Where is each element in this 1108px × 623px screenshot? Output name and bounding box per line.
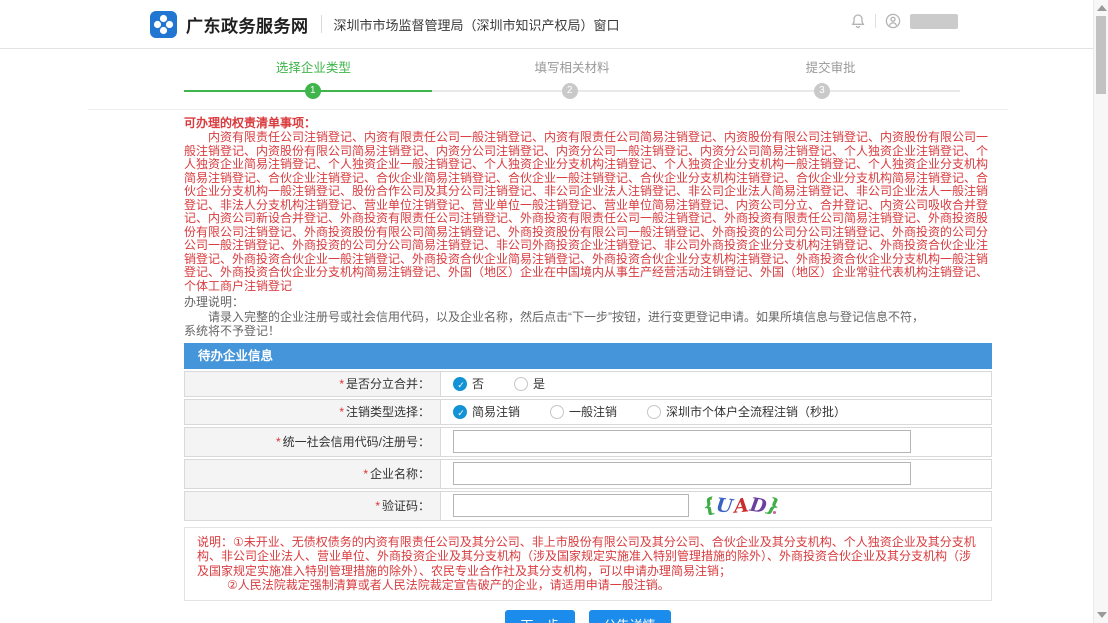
radio-unchecked-icon[interactable]	[550, 405, 564, 419]
footnote-line2: ②人民法院裁定强制清算或者人民法院裁定宣告破产的企业，请适用申请一般注销。	[197, 578, 979, 593]
required-asterisk: *	[339, 377, 344, 391]
section-header-pending-company-info: 待办企业信息	[184, 343, 992, 369]
form-row-split-merge: * 是否分立合并： 否 是	[184, 371, 992, 397]
step-dot-2: 2	[562, 83, 578, 99]
step-label-fill-materials: 填写相关材料	[443, 57, 702, 74]
radio-unchecked-icon[interactable]	[647, 405, 661, 419]
split-merge-label: * 是否分立合并：	[185, 372, 441, 396]
credit-code-input[interactable]	[453, 430, 911, 453]
header-right-divider	[875, 14, 876, 28]
site-title: 广东政务服务网	[186, 12, 309, 37]
top-header: 广东政务服务网 深圳市市场监督管理局（深圳市知识产权局）窗口	[0, 0, 1108, 49]
step-label-choose-type: 选择企业类型	[184, 57, 443, 74]
notice-items-list: 内资有限责任公司注销登记、内资有限责任公司一般注销登记、内资有限责任公司简易注销…	[184, 131, 992, 293]
header-divider	[321, 15, 322, 33]
company-name-input[interactable]	[453, 462, 911, 485]
required-asterisk: *	[339, 405, 344, 419]
eligibility-footnote: 说明：①未开业、无债权债务的内资有限责任公司及其分公司、非上市股份有限公司及其分…	[184, 527, 992, 601]
radio-split-merge-no[interactable]: 否	[453, 375, 484, 392]
step-dot-1: 1	[305, 83, 321, 99]
department-window-title: 深圳市市场监督管理局（深圳市知识产权局）窗口	[334, 15, 620, 34]
instructions-line2: 系统将不予登记！	[184, 324, 992, 339]
gdzwfw-logo-icon	[150, 11, 177, 38]
required-asterisk: *	[276, 435, 281, 449]
next-step-button[interactable]: 下一步	[505, 610, 574, 623]
instructions-title: 办理说明：	[184, 295, 992, 310]
captcha-input[interactable]	[453, 494, 689, 517]
form-row-company-name: * 企业名称：	[184, 459, 992, 489]
announcement-details-button[interactable]: 公告详情	[589, 610, 671, 623]
radio-split-merge-yes[interactable]: 是	[514, 375, 545, 392]
radio-checked-icon[interactable]	[453, 377, 467, 391]
radio-checked-icon[interactable]	[453, 405, 467, 419]
scrollbar-up-arrow-icon[interactable]	[1097, 5, 1107, 11]
form-row-credit-code: * 统一社会信用代码/注册号：	[184, 427, 992, 457]
step-label-submit-approval: 提交审批	[701, 57, 960, 74]
required-asterisk: *	[363, 467, 368, 481]
captcha-image[interactable]: { U A D }	[703, 493, 780, 519]
required-asterisk: *	[375, 499, 380, 513]
step-indicator: 选择企业类型 填写相关材料 提交审批 1 2 3	[88, 49, 1008, 108]
radio-cancel-general[interactable]: 一般注销	[550, 403, 617, 420]
radio-cancel-shenzhen-fullflow[interactable]: 深圳市个体户全流程注销（秒批）	[647, 403, 846, 420]
form-row-captcha: * 验证码： { U A D }	[184, 491, 992, 521]
action-buttons: 下一步 公告详情	[184, 610, 992, 623]
credit-code-label: * 统一社会信用代码/注册号：	[185, 428, 441, 456]
redacted-username[interactable]	[910, 14, 958, 29]
steps-divider	[88, 109, 1008, 110]
handling-instructions: 办理说明： 请录入完整的企业注册号或社会信用代码，以及企业名称，然后点击“下一步…	[184, 295, 992, 339]
company-name-label: * 企业名称：	[185, 460, 441, 488]
footnote-line1: 说明：①未开业、无债权债务的内资有限责任公司及其分公司、非上市股份有限公司及其分…	[197, 535, 979, 579]
radio-unchecked-icon[interactable]	[514, 377, 528, 391]
scrollbar-down-arrow-icon[interactable]	[1097, 612, 1107, 618]
cancel-type-label: * 注销类型选择：	[185, 400, 441, 424]
notice-title: 可办理的权责清单事项：	[184, 116, 992, 131]
radio-cancel-simple[interactable]: 简易注销	[453, 403, 520, 420]
vertical-scrollbar[interactable]	[1093, 0, 1108, 623]
bell-icon[interactable]	[850, 13, 866, 29]
step-dot-3: 3	[814, 83, 830, 99]
instructions-line1: 请录入完整的企业注册号或社会信用代码，以及企业名称，然后点击“下一步”按钮，进行…	[184, 310, 992, 325]
scrollbar-thumb[interactable]	[1096, 16, 1106, 94]
main-card: 选择企业类型 填写相关材料 提交审批 1 2 3 可办理的权责清单事项： 内资有…	[88, 49, 1008, 623]
header-user-area	[850, 13, 958, 29]
form-row-cancel-type: * 注销类型选择： 简易注销 一般注销 深圳市个体户全流程注销（秒批）	[184, 399, 992, 425]
captcha-noise-dot	[773, 511, 776, 514]
page-content: 可办理的权责清单事项： 内资有限责任公司注销登记、内资有限责任公司一般注销登记、…	[184, 116, 992, 623]
captcha-label: * 验证码：	[185, 492, 441, 520]
user-icon[interactable]	[885, 13, 901, 29]
